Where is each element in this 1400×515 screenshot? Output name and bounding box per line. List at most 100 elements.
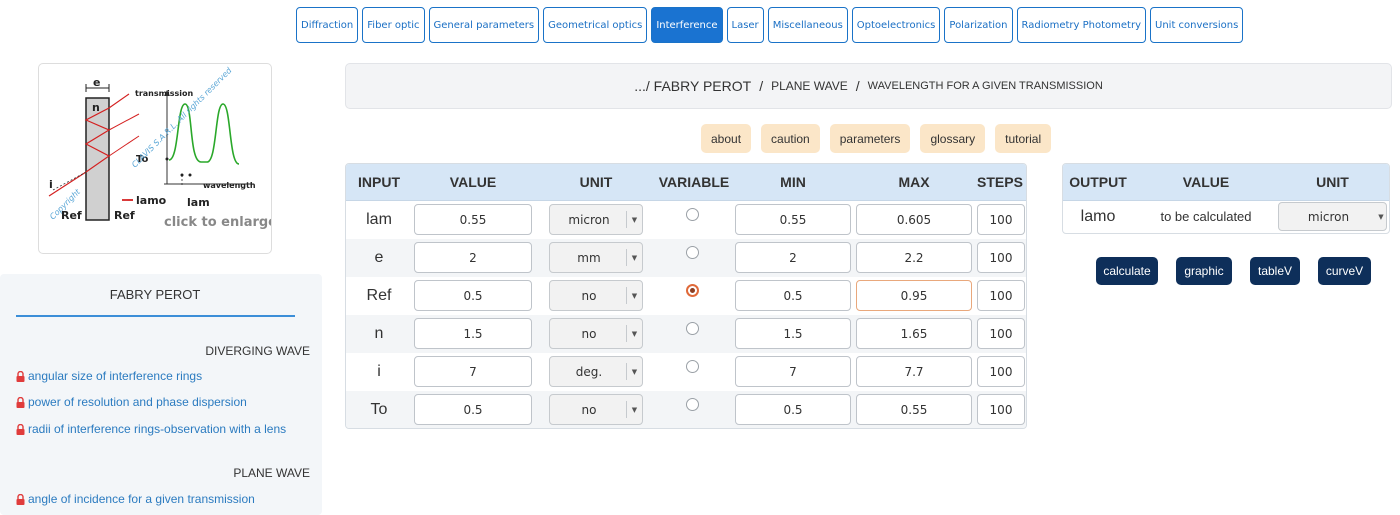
unit-select[interactable]: no ▼ [549, 280, 643, 311]
input-row-e: e mm ▼ [346, 239, 1026, 277]
link-label[interactable]: angle of incidence for a given transmiss… [28, 492, 255, 506]
min-input[interactable] [735, 204, 851, 235]
transmission-label: transmission [135, 89, 193, 98]
max-input[interactable] [856, 280, 972, 311]
ref-right-label: Ref [114, 209, 135, 222]
chevron-down-icon: ▼ [1378, 212, 1384, 221]
variable-radio[interactable] [686, 284, 699, 297]
steps-input[interactable] [977, 280, 1025, 311]
tutorial-button[interactable]: tutorial [995, 124, 1052, 153]
nav-general-parameters[interactable]: General parameters [428, 7, 540, 43]
e-label: e [93, 76, 100, 89]
parameters-button[interactable]: parameters [829, 124, 911, 153]
breadcrumb-plane-wave[interactable]: PLANE WAVE [771, 79, 848, 93]
steps-input[interactable] [977, 204, 1025, 235]
unit-select[interactable]: no ▼ [549, 394, 643, 425]
variable-radio[interactable] [686, 246, 699, 259]
link-radii-rings[interactable]: radii of interference rings-observation … [16, 422, 286, 436]
lamo-label: lamo [136, 194, 167, 207]
input-row-i: i deg. ▼ [346, 353, 1026, 391]
nav-geometrical-optics[interactable]: Geometrical optics [543, 7, 648, 43]
curvev-button[interactable]: curveV [1318, 257, 1371, 285]
row-label: To [370, 401, 388, 418]
row-label: i [377, 363, 381, 380]
link-angular-size[interactable]: angular size of interference rings [16, 369, 202, 383]
header-max: MAX [898, 174, 930, 190]
about-button[interactable]: about [701, 124, 752, 153]
sidebar-divider [16, 315, 295, 317]
nav-laser[interactable]: Laser [726, 7, 764, 43]
link-label[interactable]: power of resolution and phase dispersion [28, 395, 247, 409]
diagram-thumbnail[interactable]: e n i Ref Ref transmission To wavelength… [38, 63, 272, 254]
input-row-ref: Ref no ▼ [346, 277, 1026, 315]
max-input[interactable] [856, 394, 972, 425]
value-input[interactable] [414, 280, 532, 311]
glossary-button[interactable]: glossary [920, 124, 986, 153]
steps-input[interactable] [977, 242, 1025, 273]
nav-interference[interactable]: Interference [651, 7, 723, 43]
lock-icon [16, 493, 25, 505]
breadcrumb: .../ FABRY PEROT / PLANE WAVE / WAVELENG… [345, 63, 1392, 109]
unit-select[interactable]: deg. ▼ [549, 356, 643, 387]
nav-fiber-optic[interactable]: Fiber optic [362, 7, 425, 43]
value-input[interactable] [414, 394, 532, 425]
header-min: MIN [780, 174, 806, 190]
chevron-down-icon: ▼ [626, 363, 642, 380]
variable-radio[interactable] [686, 360, 699, 373]
steps-input[interactable] [977, 394, 1025, 425]
unit-value: no [581, 402, 597, 417]
breadcrumb-fabry-perot[interactable]: .../ FABRY PEROT [634, 78, 751, 94]
chevron-down-icon: ▼ [626, 287, 642, 304]
variable-radio[interactable] [686, 398, 699, 411]
value-input[interactable] [414, 242, 532, 273]
link-power-of-resolution[interactable]: power of resolution and phase dispersion [16, 395, 247, 409]
input-row-n: n no ▼ [346, 315, 1026, 353]
link-label[interactable]: angular size of interference rings [28, 369, 202, 383]
max-input[interactable] [856, 318, 972, 349]
max-input[interactable] [856, 356, 972, 387]
value-input[interactable] [414, 204, 532, 235]
min-input[interactable] [735, 242, 851, 273]
max-input[interactable] [856, 242, 972, 273]
max-input[interactable] [856, 204, 972, 235]
lock-icon [16, 423, 25, 435]
lock-icon [16, 370, 25, 382]
min-input[interactable] [735, 280, 851, 311]
unit-select[interactable]: mm ▼ [549, 242, 643, 273]
unit-select[interactable]: micron ▼ [549, 204, 643, 235]
chevron-down-icon: ▼ [626, 211, 642, 228]
unit-value: no [581, 288, 597, 303]
header-output-value: VALUE [1182, 174, 1230, 190]
caution-button[interactable]: caution [761, 124, 820, 153]
calculate-button[interactable]: calculate [1096, 257, 1158, 285]
value-input[interactable] [414, 318, 532, 349]
min-input[interactable] [735, 318, 851, 349]
min-input[interactable] [735, 394, 851, 425]
tablev-button[interactable]: tableV [1250, 257, 1300, 285]
min-input[interactable] [735, 356, 851, 387]
header-input: INPUT [358, 174, 400, 190]
sidebar-title: FABRY PEROT [109, 287, 201, 302]
steps-input[interactable] [977, 356, 1025, 387]
input-row-to: To no ▼ [346, 391, 1026, 428]
link-angle-of-incidence[interactable]: angle of incidence for a given transmiss… [16, 492, 255, 506]
variable-radio[interactable] [686, 322, 699, 335]
steps-input[interactable] [977, 318, 1025, 349]
breadcrumb-separator: / [759, 78, 764, 94]
nav-radiometry-photometry[interactable]: Radiometry Photometry [1016, 7, 1147, 43]
nav-miscellaneous[interactable]: Miscellaneous [767, 7, 848, 43]
value-input[interactable] [414, 356, 532, 387]
graphic-button[interactable]: graphic [1176, 257, 1232, 285]
nav-unit-conversions[interactable]: Unit conversions [1150, 7, 1244, 43]
nav-optoelectronics[interactable]: Optoelectronics [851, 7, 941, 43]
unit-value: no [581, 326, 597, 341]
nav-polarization[interactable]: Polarization [944, 7, 1013, 43]
output-table-header: OUTPUT VALUE UNIT [1063, 164, 1389, 201]
unit-select[interactable]: no ▼ [549, 318, 643, 349]
variable-radio[interactable] [686, 208, 699, 221]
nav-diffraction[interactable]: Diffraction [296, 7, 359, 43]
i-label: i [49, 178, 53, 191]
output-unit-select[interactable]: micron ▼ [1278, 202, 1387, 231]
link-label[interactable]: radii of interference rings-observation … [28, 422, 286, 436]
help-buttons: about caution parameters glossary tutori… [701, 124, 1052, 153]
